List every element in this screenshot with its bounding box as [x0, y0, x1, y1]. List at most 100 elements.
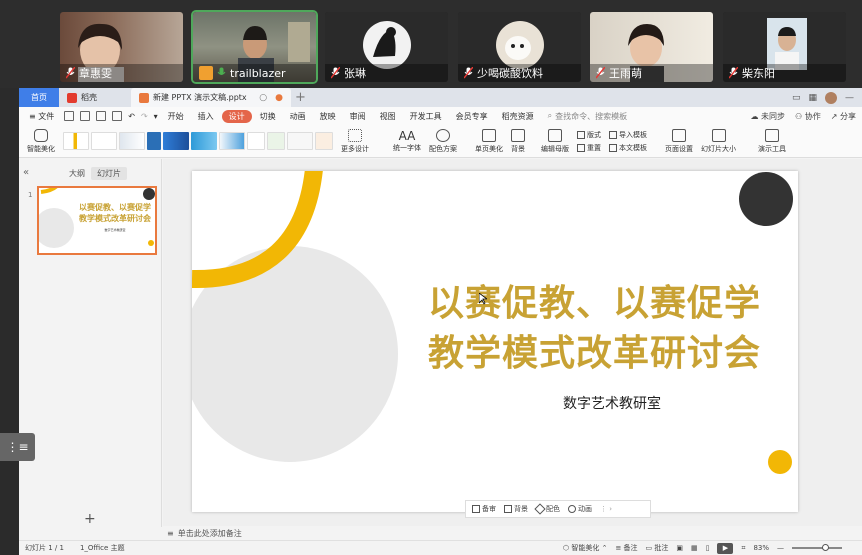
participant-tile[interactable]: 王雨萌 [590, 12, 713, 82]
user-avatar-icon[interactable] [825, 91, 837, 104]
thumb-subtitle: 数字艺术教研室 [104, 228, 126, 232]
preview-icon[interactable] [112, 111, 123, 121]
command-search[interactable]: ⌕ 查找命令、搜索模板 [548, 111, 627, 122]
single-beautify-button[interactable]: 单页美化 [471, 128, 507, 154]
color-scheme-button[interactable]: 配色方案 [425, 128, 461, 154]
page-setup-button[interactable]: 页面设置 [661, 128, 697, 154]
new-tab-plus-icon[interactable]: + [291, 88, 310, 107]
menu-review[interactable]: 审阅 [344, 111, 372, 122]
smart-beautify-button[interactable]: 智能美化 [23, 128, 59, 154]
minimize-icon[interactable]: — [845, 93, 854, 103]
menu-transition[interactable]: 切换 [254, 111, 282, 122]
status-notes-button[interactable]: ≡ 备注 [615, 543, 637, 553]
slide-thumbnail[interactable]: 以赛促教、以赛促学 教学模式改革研讨会 数字艺术教研室 [37, 186, 157, 255]
menu-slideshow[interactable]: 放映 [314, 111, 342, 122]
menu-view[interactable]: 视图 [374, 111, 402, 122]
status-comments-button[interactable]: ▭ 批注 [646, 543, 669, 553]
slide-editor[interactable]: 以赛促教、以赛促学 教学模式改革研讨会 数字艺术教研室 [192, 171, 798, 512]
grid-icon[interactable]: ▦ [808, 93, 817, 103]
menu-member[interactable]: 会员专享 [450, 111, 494, 122]
participant-name-bar: 少喝碳酸饮料 [458, 64, 581, 82]
undo-icon[interactable]: ↶ [126, 112, 137, 121]
zoom-slider[interactable] [792, 544, 842, 551]
template-thumb[interactable] [287, 132, 313, 150]
open-icon[interactable] [80, 111, 91, 121]
slide-title[interactable]: 以赛促教、以赛促学 教学模式改革研讨会 [397, 279, 792, 379]
slide-canvas-area: 以赛促教、以赛促学 教学模式改革研讨会 数字艺术教研室 [163, 159, 862, 527]
reset-button[interactable]: 重置 [577, 143, 601, 153]
menu-insert[interactable]: 插入 [192, 111, 220, 122]
notes-bar[interactable]: ≡ 单击此处添加备注 [163, 526, 862, 540]
template-thumb[interactable] [219, 132, 245, 150]
side-panel-handle-icon[interactable]: ⋮≡ [0, 433, 35, 461]
new-icon[interactable] [64, 111, 75, 121]
menu-docer-resources[interactable]: 稻壳资源 [496, 111, 540, 122]
participant-tile[interactable]: 张琳 [325, 12, 448, 82]
template-thumb[interactable] [267, 132, 285, 150]
menu-start[interactable]: 开始 [162, 111, 190, 122]
participant-tile[interactable]: 少喝碳酸饮料 [458, 12, 581, 82]
add-slide-plus-icon[interactable]: + [84, 511, 96, 527]
template-thumb[interactable] [191, 132, 217, 150]
chevron-down-icon[interactable]: ▾ [152, 112, 160, 121]
tab-outline[interactable]: 大纲 [63, 167, 91, 180]
menu-animation[interactable]: 动画 [284, 111, 312, 122]
play-slideshow-button[interactable]: ▶ [717, 542, 734, 554]
tab-slides[interactable]: 幻灯片 [91, 167, 127, 180]
float-color-button[interactable]: 配色 [534, 503, 560, 515]
status-bar: 幻灯片 1 / 1 1_Office 主题 ⬡ 智能美化 ⌃ ≡ 备注 ▭ 批注… [19, 540, 862, 555]
print-icon[interactable] [96, 111, 107, 121]
template-thumb[interactable] [91, 132, 117, 150]
participant-tile-active[interactable]: trailblazer [191, 10, 318, 84]
reading-view-icon[interactable]: ▯ [706, 544, 710, 552]
background-button[interactable]: 背景 [507, 128, 529, 154]
tab-docer[interactable]: 稻壳 [59, 88, 131, 107]
tab-home[interactable]: 首页 [19, 88, 59, 107]
collapse-panel-icon[interactable]: « [23, 167, 29, 178]
slide-size-label: 幻灯片大小 [701, 144, 736, 153]
redo-icon[interactable]: ↷ [139, 112, 150, 121]
status-smart-beautify-button[interactable]: ⬡ 智能美化 ⌃ [563, 543, 607, 553]
template-thumb[interactable] [63, 132, 89, 150]
participant-tile[interactable]: 章惠雯 [60, 12, 183, 82]
share-button[interactable]: ↗ 分享 [831, 111, 856, 122]
format-button[interactable]: 版式 [577, 130, 601, 140]
zoom-out-icon[interactable]: — [777, 544, 784, 552]
tab-document[interactable]: 新建 PPTX 演示文稿.pptx ○ ● [131, 88, 291, 107]
template-thumb[interactable] [119, 132, 145, 150]
review-button[interactable]: 备审 [472, 504, 496, 514]
normal-view-icon[interactable]: ▣ [676, 544, 683, 552]
menu-design[interactable]: 设计 [221, 109, 252, 123]
template-thumb[interactable] [315, 132, 333, 150]
page-setup-label: 页面设置 [665, 144, 693, 153]
fit-icon[interactable]: ⌗ [741, 544, 745, 553]
slide-subtitle[interactable]: 数字艺术教研室 [482, 393, 742, 413]
participant-name: 柴东阳 [742, 67, 775, 80]
template-thumb[interactable] [147, 132, 161, 150]
layout-icon[interactable]: ▭ [792, 93, 801, 103]
template-thumb[interactable] [247, 132, 265, 150]
edit-master-button[interactable]: 编辑母版 [537, 128, 573, 154]
float-background-button[interactable]: 背景 [504, 504, 528, 514]
yellow-dot-shape [768, 450, 792, 474]
presenter-tools-button[interactable]: 演示工具 [754, 128, 790, 154]
import-template-button[interactable]: 导入模板 [609, 130, 647, 140]
template-thumb[interactable] [163, 132, 189, 150]
page-setup-icon [672, 128, 686, 142]
float-animation-button[interactable]: 动画 [568, 504, 592, 514]
slide-size-button[interactable]: 幻灯片大小 [697, 128, 740, 154]
unify-font-button[interactable]: AA 统一字体 [389, 129, 425, 153]
notes-placeholder: 单击此处添加备注 [177, 528, 242, 538]
participant-name-bar: 王雨萌 [590, 64, 713, 82]
more-icon[interactable]: ⋮ › [600, 505, 612, 513]
participant-tile[interactable]: 柴东阳 [723, 12, 846, 82]
sync-button[interactable]: ☁ 未同步 [750, 111, 785, 122]
collab-button[interactable]: ⚇ 协作 [795, 111, 821, 122]
menu-developer[interactable]: 开发工具 [404, 111, 448, 122]
menu-file[interactable]: ≡ 文件 [23, 111, 60, 122]
sorter-view-icon[interactable]: ▦ [691, 544, 698, 552]
more-design-button[interactable]: 更多设计 [337, 128, 373, 154]
pin-icon[interactable]: ○ [255, 93, 271, 103]
text-template-button[interactable]: 本文模板 [609, 143, 647, 153]
zoom-slider-knob[interactable] [822, 544, 829, 551]
